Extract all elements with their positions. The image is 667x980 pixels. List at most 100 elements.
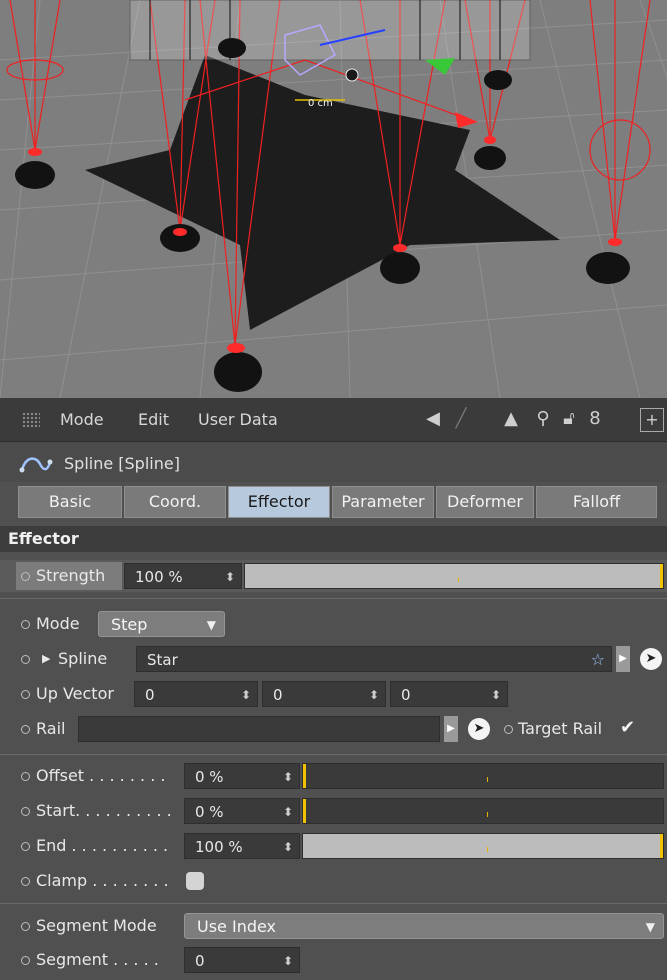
strength-slider[interactable] xyxy=(244,563,664,589)
up-vector-label: Up Vector xyxy=(36,684,114,703)
back-arrow-icon[interactable]: ◀ xyxy=(420,406,446,432)
object-header: Spline [Spline] xyxy=(0,442,667,482)
end-label: End . . . . . . . . . . xyxy=(36,836,169,855)
up-vector-y-value: 0 xyxy=(273,686,283,704)
rail-link-field[interactable] xyxy=(78,716,440,742)
menu-edit[interactable]: Edit xyxy=(138,410,169,429)
end-slider-handle[interactable] xyxy=(660,834,663,858)
background-wall-grid xyxy=(129,0,531,61)
stepper-icon[interactable]: ⬍ xyxy=(491,682,501,708)
spline-arrow-button[interactable]: ▶ xyxy=(616,646,630,672)
menu-mode[interactable]: Mode xyxy=(60,410,104,429)
strength-input[interactable]: 100 % ⬍ xyxy=(124,563,242,589)
stepper-icon[interactable]: ⬍ xyxy=(283,799,293,825)
viewport-3d[interactable]: 0 cm xyxy=(0,0,667,398)
attribute-menubar: Mode Edit User Data ◀ ╱ ▲ ⚲ 🔓︎ 8 + xyxy=(0,398,667,442)
chevron-down-icon: ▼ xyxy=(206,618,216,632)
target-rail-keyframe-icon[interactable] xyxy=(504,725,513,734)
start-row: Start. . . . . . . . . . 0 % ⬍ xyxy=(0,795,667,827)
stepper-icon[interactable]: ⬍ xyxy=(283,764,293,790)
segment-mode-dropdown[interactable]: Use Index ▼ xyxy=(184,913,664,939)
segment-keyframe-icon[interactable] xyxy=(21,956,30,965)
strength-slider-fill xyxy=(245,564,663,588)
segment-label: Segment . . . . . xyxy=(36,950,159,969)
forward-arrow-icon[interactable]: ╱ xyxy=(448,406,474,432)
mode-keyframe-icon[interactable] xyxy=(21,620,30,629)
end-keyframe-icon[interactable] xyxy=(21,842,30,851)
target-rail-label: Target Rail xyxy=(518,719,603,738)
start-label: Start. . . . . . . . . . xyxy=(36,801,172,820)
start-slider-handle[interactable] xyxy=(303,799,306,823)
attribute-manager: Mode Edit User Data ◀ ╱ ▲ ⚲ 🔓︎ 8 + Splin… xyxy=(0,398,667,980)
stepper-icon[interactable]: ⬍ xyxy=(283,834,293,860)
target-rail-checkbox[interactable]: ✔ xyxy=(620,717,635,738)
end-row: End . . . . . . . . . . 100 % ⬍ xyxy=(0,830,667,862)
end-input[interactable]: 100 % ⬍ xyxy=(184,833,300,859)
spline-keyframe-icon[interactable] xyxy=(21,655,30,664)
strength-keyframe-icon[interactable] xyxy=(21,572,30,581)
segment-row: Segment . . . . . 0 ⬍ xyxy=(0,944,667,976)
up-vector-x-input[interactable]: 0 ⬍ xyxy=(134,681,258,707)
tab-parameter[interactable]: Parameter xyxy=(332,486,434,518)
spline-value: Star xyxy=(147,651,178,669)
tab-basic[interactable]: Basic xyxy=(18,486,122,518)
spline-pick-icon[interactable]: ➤ xyxy=(640,648,662,670)
offset-label: Offset . . . . . . . . xyxy=(36,766,166,785)
mode-dropdown[interactable]: Step ▼ xyxy=(98,611,225,637)
segment-mode-value: Use Index xyxy=(197,917,277,936)
divider xyxy=(0,754,667,755)
offset-keyframe-icon[interactable] xyxy=(21,772,30,781)
panel-grip-icon[interactable] xyxy=(22,412,40,428)
link-icon[interactable]: 8 xyxy=(582,406,608,432)
rail-arrow-button[interactable]: ▶ xyxy=(444,716,458,742)
spline-row: ▶ Spline Star ☆ ▶ ➤ xyxy=(0,643,667,675)
expand-triangle-icon[interactable]: ▶ xyxy=(42,652,50,665)
segment-value: 0 xyxy=(195,952,205,970)
search-icon[interactable]: ⚲ xyxy=(530,406,556,432)
end-slider[interactable] xyxy=(302,833,664,859)
stepper-icon[interactable]: ⬍ xyxy=(241,682,251,708)
offset-slider-handle[interactable] xyxy=(303,764,306,788)
start-keyframe-icon[interactable] xyxy=(21,807,30,816)
offset-slider[interactable] xyxy=(302,763,664,789)
rail-keyframe-icon[interactable] xyxy=(21,725,30,734)
end-value: 100 % xyxy=(195,838,243,856)
tab-coord[interactable]: Coord. xyxy=(124,486,226,518)
up-vector-keyframe-icon[interactable] xyxy=(21,690,30,699)
up-vector-z-input[interactable]: 0 ⬍ xyxy=(390,681,508,707)
start-input[interactable]: 0 % ⬍ xyxy=(184,798,300,824)
rail-label: Rail xyxy=(36,719,66,738)
rail-pick-icon[interactable]: ➤ xyxy=(468,718,490,740)
up-vector-row: Up Vector 0 ⬍ 0 ⬍ 0 ⬍ xyxy=(0,678,667,710)
segment-input[interactable]: 0 ⬍ xyxy=(184,947,300,973)
segment-mode-row: Segment Mode Use Index ▼ xyxy=(0,910,667,942)
spline-label: Spline xyxy=(58,649,108,668)
lock-icon[interactable]: 🔓︎ xyxy=(556,406,582,432)
strength-stepper-icon[interactable]: ⬍ xyxy=(225,564,235,590)
strength-value: 100 % xyxy=(135,568,183,586)
segment-mode-keyframe-icon[interactable] xyxy=(21,922,30,931)
up-vector-x-value: 0 xyxy=(145,686,155,704)
tab-falloff[interactable]: Falloff xyxy=(536,486,657,518)
menu-user-data[interactable]: User Data xyxy=(198,410,278,429)
offset-input[interactable]: 0 % ⬍ xyxy=(184,763,300,789)
up-vector-y-input[interactable]: 0 ⬍ xyxy=(262,681,386,707)
clamp-checkbox[interactable] xyxy=(186,872,204,890)
mode-value: Step xyxy=(111,615,148,634)
spline-link-field[interactable]: Star ☆ xyxy=(136,646,612,672)
stepper-icon[interactable]: ⬍ xyxy=(369,682,379,708)
start-slider[interactable] xyxy=(302,798,664,824)
star-icon[interactable]: ☆ xyxy=(591,647,605,673)
tab-deformer[interactable]: Deformer xyxy=(436,486,534,518)
viewport-scene: 0 cm xyxy=(0,0,667,398)
clamp-keyframe-icon[interactable] xyxy=(21,877,30,886)
strength-slider-handle[interactable] xyxy=(660,564,663,588)
tab-effector[interactable]: Effector xyxy=(228,486,330,518)
chevron-down-icon: ▼ xyxy=(645,920,655,934)
mode-label: Mode xyxy=(36,614,80,633)
up-arrow-icon[interactable]: ▲ xyxy=(498,406,524,432)
section-title: Effector xyxy=(0,526,667,552)
stepper-icon[interactable]: ⬍ xyxy=(283,948,293,974)
segment-mode-label: Segment Mode xyxy=(36,916,157,935)
new-panel-icon[interactable]: + xyxy=(640,408,664,432)
